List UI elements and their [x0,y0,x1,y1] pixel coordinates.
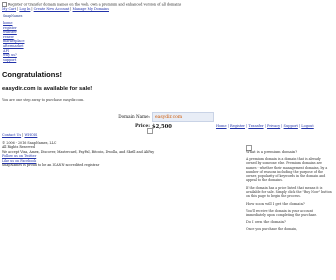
footer-logout[interactable]: Logout [301,124,313,128]
purchase-subtext: You are one step away to purchase easydi… [2,98,85,102]
domain-name-label: Domain Name: [118,113,150,119]
faq-question: What is a premium domain? [246,150,298,154]
footer-support[interactable]: Support [284,124,298,128]
footer-privacy[interactable]: Privacy [267,124,280,128]
domain-name-row: Domain Name: easydir.com [56,112,214,122]
whois-link[interactable]: WHOIS [24,133,37,137]
side-nav-aftermarket[interactable]: aftermarket [3,44,25,49]
side-nav: home register transfer renew marketplace… [3,21,25,62]
footer-register[interactable]: Register [230,124,245,128]
icann-line: SnapNames is proud to be an ICANN-accred… [2,163,100,168]
nav-my-cart[interactable]: My Cart [2,7,16,11]
nav-manage-domains[interactable]: Manage My Domains [73,7,109,11]
domain-available-heading: easydir.com is available for sale! [2,86,93,92]
faq-answer: A premium domain is a domain that is alr… [246,157,328,183]
faq-column: What is a premium domain? A premium doma… [246,150,332,235]
domain-name-value: easydir.com [155,114,183,120]
copyright-block: © 2006 - 2016 SnapNames, LLC All Rights … [2,141,154,167]
footer-transfer[interactable]: Transfer [248,124,263,128]
top-nav: My Cart| Log In| Create New Account| Man… [2,7,109,11]
buy-now-image-icon[interactable] [147,128,153,134]
promo-text: Register or transfer domain names on the… [8,2,182,7]
site-logo[interactable]: SnapNames [3,14,22,18]
congrats-heading: Congratulations! [2,70,62,79]
footer-home[interactable]: Home [216,124,227,128]
nav-log-in[interactable]: Log In [19,7,30,11]
domain-name-value-box: easydir.com [152,112,214,122]
contact-us-link[interactable]: Contact Us [2,133,21,137]
faq-answer: Once you purchase the domain, [246,227,298,232]
side-nav-support[interactable]: support [3,58,25,63]
price-row: Price: $2,500 [56,122,212,131]
faq-answer: If the domain has a price listed that me… [246,185,332,199]
price-value: $2,500 [152,123,172,130]
nav-create-account[interactable]: Create New Account [34,7,70,11]
faq-answer: You'll receive the domain in your accoun… [246,208,318,217]
contact-links: Contact Us | WHOIS [2,133,38,137]
footer-nav: Home | Register | Transfer | Privacy | S… [216,124,314,128]
faq-question: How soon will I get the domain? [246,201,305,206]
faq-question: Do I own the domain? [246,220,286,225]
